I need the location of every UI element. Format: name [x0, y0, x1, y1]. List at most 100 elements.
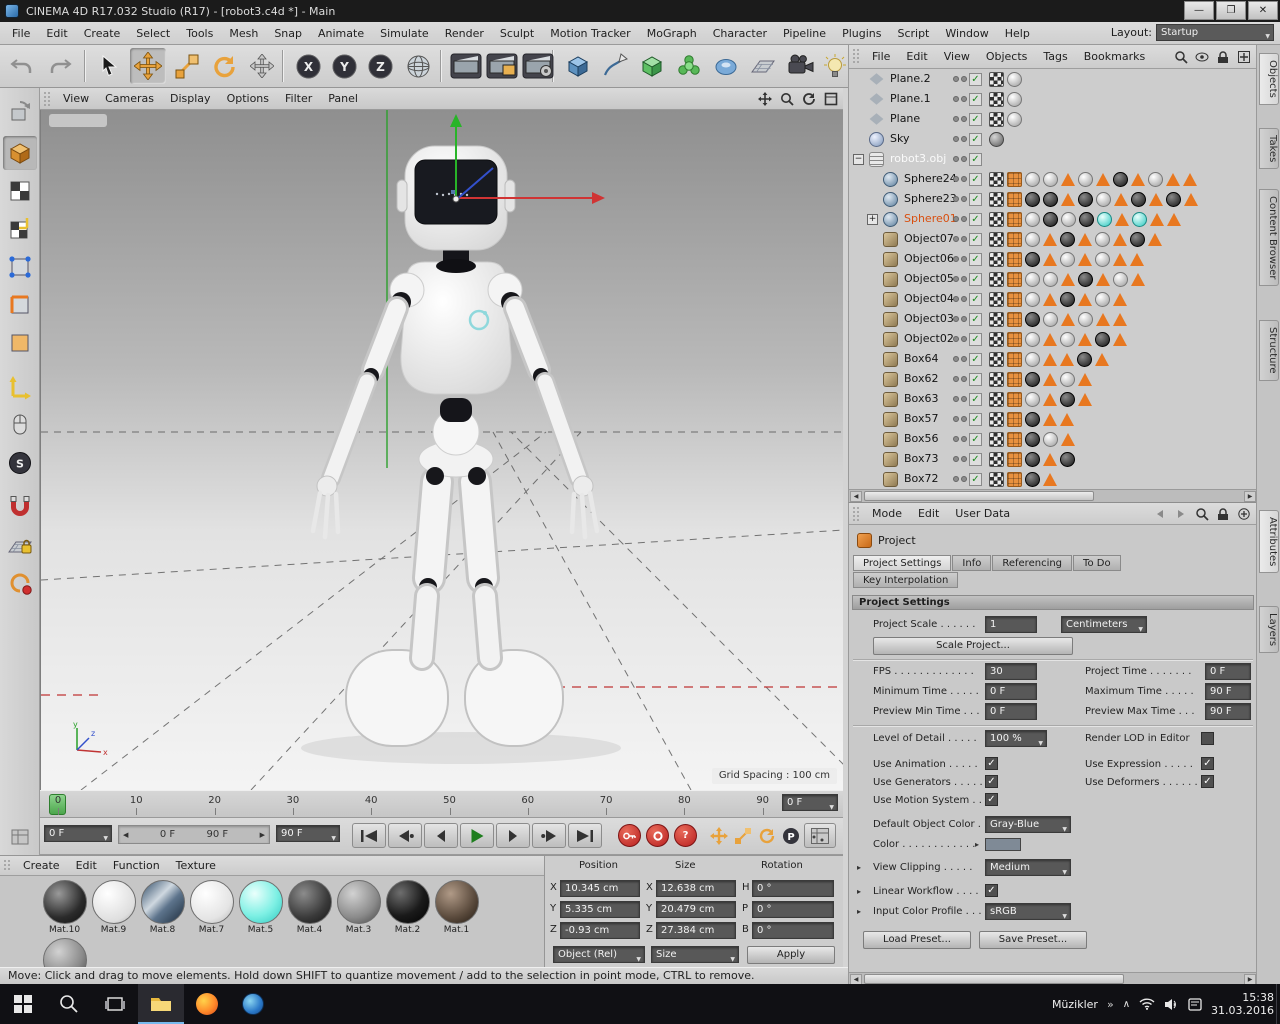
material-sphere-preview[interactable]: [336, 880, 381, 924]
material-item[interactable]: Mat.1: [432, 880, 481, 935]
editor-visibility-dot[interactable]: [953, 136, 959, 142]
phong-tag-icon[interactable]: [1060, 313, 1075, 326]
editor-visibility-dot[interactable]: [953, 256, 959, 262]
add-volume-button[interactable]: [708, 48, 744, 84]
panel-grip[interactable]: [43, 91, 52, 106]
enable-check-icon[interactable]: ✓: [969, 192, 982, 206]
material-tag-icon[interactable]: [1130, 191, 1146, 207]
object-name[interactable]: Object05: [901, 272, 957, 285]
rotation-p-field[interactable]: 0 °: [752, 901, 834, 918]
view-clipping-dropdown[interactable]: Medium: [985, 859, 1071, 876]
uv-tag-icon[interactable]: [1006, 231, 1022, 247]
titlebar[interactable]: CINEMA 4D R17.032 Studio (R17) - [robot3…: [0, 0, 1280, 22]
material-item[interactable]: Mat.8: [138, 880, 187, 935]
menu-character[interactable]: Character: [705, 24, 775, 43]
material-sphere-preview[interactable]: [42, 880, 87, 924]
material-sphere-preview[interactable]: [140, 880, 185, 924]
texture-tag-icon[interactable]: [988, 291, 1004, 307]
use-motion-system-checkbox[interactable]: [985, 793, 998, 806]
editor-visibility-dot[interactable]: [953, 156, 959, 162]
autokey-button[interactable]: [646, 824, 669, 847]
render-visibility-dot[interactable]: [961, 96, 967, 102]
texture-tag-icon[interactable]: [988, 251, 1004, 267]
next-frame-button[interactable]: [496, 823, 530, 848]
phong-tag-icon[interactable]: [1077, 333, 1092, 346]
material-tag-icon[interactable]: [1024, 371, 1040, 387]
visibility-toggles[interactable]: ✓: [953, 409, 982, 429]
material-tag-icon[interactable]: [1059, 391, 1075, 407]
phong-tag-icon[interactable]: [1060, 433, 1075, 446]
render-visibility-dot[interactable]: [961, 76, 967, 82]
editor-visibility-dot[interactable]: [953, 316, 959, 322]
material-tag-icon[interactable]: [1024, 411, 1040, 427]
material-menu-create[interactable]: Create: [15, 856, 68, 875]
viewport-menu-filter[interactable]: Filter: [277, 89, 320, 108]
uv-tag-icon[interactable]: [1006, 351, 1022, 367]
range-start-field[interactable]: 0 F: [44, 825, 112, 842]
enable-check-icon[interactable]: ✓: [969, 392, 982, 406]
viewport-menu-panel[interactable]: Panel: [320, 89, 366, 108]
menu-render[interactable]: Render: [437, 24, 492, 43]
render-visibility-dot[interactable]: [961, 196, 967, 202]
phong-tag-icon[interactable]: [1077, 373, 1092, 386]
tab-referencing[interactable]: Referencing: [992, 555, 1073, 571]
phong-tag-icon[interactable]: [1112, 333, 1127, 346]
editor-visibility-dot[interactable]: [953, 236, 959, 242]
color-swatch[interactable]: [985, 838, 1021, 851]
object-name[interactable]: Plane: [887, 112, 923, 125]
menu-snap[interactable]: Snap: [266, 24, 310, 43]
uv-tag-icon[interactable]: [1006, 431, 1022, 447]
phong-tag-icon[interactable]: [1042, 233, 1057, 246]
range-right-arrow-icon[interactable]: ▶: [260, 831, 265, 839]
menu-sculpt[interactable]: Sculpt: [492, 24, 542, 43]
material-sphere-preview[interactable]: [91, 880, 136, 924]
enable-check-icon[interactable]: ✓: [969, 232, 982, 246]
object-name[interactable]: Object02: [901, 332, 957, 345]
viewport-canvas[interactable]: y x z: [41, 110, 843, 790]
object-row[interactable]: Object05 ✓: [849, 269, 1257, 289]
size-x-field[interactable]: 12.638 cm: [656, 880, 736, 897]
phong-tag-icon[interactable]: [1129, 253, 1144, 266]
object-name[interactable]: Box57: [901, 412, 941, 425]
section-project-settings[interactable]: Project Settings: [852, 595, 1254, 610]
phong-tag-icon[interactable]: [1042, 373, 1057, 386]
visibility-toggles[interactable]: ✓: [953, 469, 982, 489]
object-row[interactable]: Box72 ✓: [849, 469, 1257, 489]
history-back-icon[interactable]: [1152, 506, 1168, 522]
uv-tag-icon[interactable]: [1006, 471, 1022, 487]
phong-tag-icon[interactable]: [1165, 173, 1180, 186]
phong-tag-icon[interactable]: [1114, 213, 1129, 226]
phong-tag-icon[interactable]: [1095, 173, 1110, 186]
uv-tag-icon[interactable]: [1006, 411, 1022, 427]
enable-check-icon[interactable]: ✓: [969, 212, 982, 226]
visibility-toggles[interactable]: ✓: [953, 169, 982, 189]
expander-icon[interactable]: +: [867, 213, 878, 225]
object-name[interactable]: Box72: [901, 472, 941, 485]
material-tag-icon[interactable]: [1059, 331, 1075, 347]
object-row[interactable]: Sphere23 ✓: [849, 189, 1257, 209]
material-item[interactable]: Mat.7: [187, 880, 236, 935]
visibility-toggles[interactable]: ✓: [953, 249, 982, 269]
menu-mesh[interactable]: Mesh: [221, 24, 266, 43]
material-tag-icon[interactable]: [1024, 191, 1040, 207]
clock[interactable]: 15:38 31.03.2016: [1211, 991, 1274, 1017]
phong-tag-icon[interactable]: [1166, 213, 1181, 226]
phong-tag-icon[interactable]: [1113, 193, 1128, 206]
record-active-button[interactable]: [618, 824, 641, 847]
phong-tag-icon[interactable]: [1060, 273, 1075, 286]
maximum-time-field[interactable]: 90 F: [1205, 683, 1251, 700]
material-item[interactable]: Mat.2: [383, 880, 432, 935]
lock-icon[interactable]: [1215, 49, 1231, 65]
render-visibility-dot[interactable]: [961, 396, 967, 402]
attr-menu-edit[interactable]: Edit: [910, 504, 947, 523]
render-visibility-dot[interactable]: [961, 416, 967, 422]
om-menu-tags[interactable]: Tags: [1035, 47, 1075, 66]
phong-tag-icon[interactable]: [1060, 193, 1075, 206]
texture-tag-icon[interactable]: [988, 91, 1004, 107]
zoom-view-icon[interactable]: [779, 91, 795, 107]
object-row[interactable]: Box73 ✓: [849, 449, 1257, 469]
texture-mode-button[interactable]: [3, 174, 37, 208]
material-tag-icon[interactable]: [1076, 351, 1092, 367]
material-tag-icon[interactable]: [1165, 191, 1181, 207]
minimum-time-field[interactable]: 0 F: [985, 683, 1037, 700]
